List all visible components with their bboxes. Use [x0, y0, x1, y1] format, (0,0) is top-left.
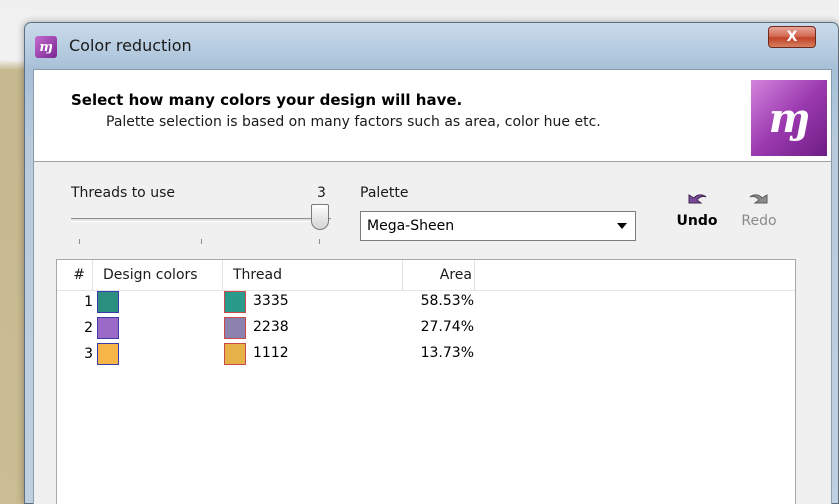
thread-code: 3335 [253, 293, 289, 309]
palette-label: Palette [360, 185, 409, 201]
brand-logo-icon: ɱ [751, 80, 827, 156]
row-number: 1 [84, 294, 93, 310]
chevron-down-icon [617, 223, 627, 229]
area-value: 13.73% [420, 345, 474, 361]
undo-button[interactable]: Undo [672, 189, 722, 239]
window-title: Color reduction [69, 36, 192, 55]
threads-to-use-label: Threads to use [71, 185, 175, 201]
area-value: 27.74% [420, 319, 474, 335]
thread-color-swatch [224, 343, 246, 365]
thread-code: 2238 [253, 319, 289, 335]
color-reduction-dialog: ɱ Color reduction X Select how many colo… [24, 22, 839, 504]
threads-slider-thumb[interactable] [311, 204, 329, 230]
table-row[interactable]: 2 2238 27.74% [57, 317, 795, 343]
header-title: Select how many colors your design will … [71, 91, 463, 109]
area-value: 58.53% [420, 293, 474, 309]
row-number: 2 [84, 320, 93, 336]
slider-tick [319, 239, 320, 244]
header-panel: Select how many colors your design will … [34, 70, 831, 162]
redo-arrow-icon [749, 194, 768, 204]
list-header: # Design colors Thread Area [57, 260, 795, 291]
undo-arrow-icon [688, 194, 707, 204]
column-header-area[interactable]: Area [403, 260, 475, 290]
close-button[interactable]: X [768, 26, 816, 48]
redo-label: Redo [741, 213, 777, 229]
column-header-number[interactable]: # [57, 260, 93, 290]
column-header-thread[interactable]: Thread [223, 260, 403, 290]
design-color-swatch [97, 317, 119, 339]
slider-tick [79, 239, 80, 244]
undo-label: Undo [676, 213, 718, 229]
threads-slider-track[interactable] [71, 218, 331, 222]
column-header-design-colors[interactable]: Design colors [93, 260, 223, 290]
title-bar[interactable]: ɱ Color reduction X [25, 23, 838, 69]
table-row[interactable]: 1 3335 58.53% [57, 291, 795, 317]
design-color-swatch [97, 343, 119, 365]
thread-color-swatch [224, 291, 246, 313]
palette-selected-value: Mega-Sheen [367, 218, 455, 234]
palette-dropdown[interactable]: Mega-Sheen [360, 211, 636, 241]
desktop-background [0, 0, 839, 10]
threads-count-value: 3 [317, 185, 326, 201]
table-row[interactable]: 3 1112 13.73% [57, 343, 795, 369]
header-subtitle: Palette selection is based on many facto… [106, 114, 601, 130]
color-list[interactable]: # Design colors Thread Area 1 3335 58.53… [56, 259, 796, 504]
app-logo-icon: ɱ [35, 36, 57, 58]
dialog-client-area: Select how many colors your design will … [33, 69, 832, 504]
thread-color-swatch [224, 317, 246, 339]
design-color-swatch [97, 291, 119, 313]
slider-tick [201, 239, 202, 244]
redo-button[interactable]: Redo [734, 189, 784, 239]
thread-code: 1112 [253, 345, 289, 361]
row-number: 3 [84, 346, 93, 362]
